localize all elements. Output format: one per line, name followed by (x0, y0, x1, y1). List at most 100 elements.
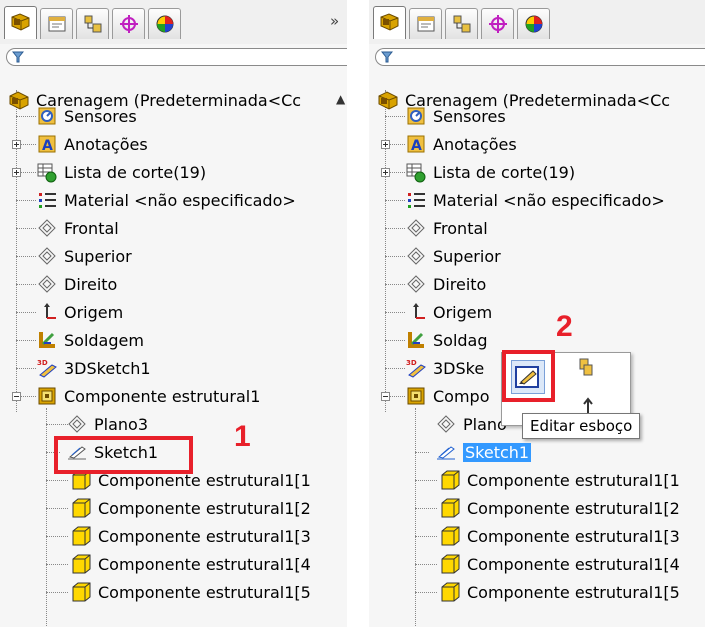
highlight-box-step2 (502, 350, 555, 402)
tree-item-plano3[interactable]: Plano (435, 410, 507, 438)
property-manager-icon (48, 16, 66, 32)
part-icon (377, 89, 399, 111)
tree-item-body-3[interactable]: Componente estrutural1[3 (70, 522, 311, 550)
plane-icon (36, 245, 58, 267)
display-manager-icon (525, 15, 543, 33)
svg-text:3D: 3D (37, 359, 48, 367)
weldment-icon (405, 329, 427, 351)
annotation-icon: A (36, 133, 58, 155)
cut-list-icon (405, 161, 427, 183)
scroll-up-arrow[interactable]: ▲ (336, 92, 345, 106)
tree-item-soldagem[interactable]: Soldagem (36, 326, 144, 354)
tree-filter-input[interactable] (375, 48, 705, 66)
tree-item-frontal[interactable]: Frontal (36, 214, 119, 242)
expand-cut-list-button[interactable] (381, 168, 390, 177)
manager-tab-bar (369, 0, 705, 44)
plane-icon (36, 217, 58, 239)
configuration-manager-icon (453, 15, 471, 33)
tree-item-material[interactable]: Material <não especificado> (36, 186, 296, 214)
expand-cut-list-button[interactable] (12, 168, 21, 177)
tree-item-sketch1-selected[interactable]: Sketch1 (435, 438, 532, 466)
tree-item-lista-de-corte[interactable]: Lista de corte(19) (36, 158, 206, 186)
tab-display-manager[interactable] (517, 8, 550, 39)
tab-property-manager[interactable] (40, 8, 73, 39)
cut-list-icon (36, 161, 58, 183)
tree-item-origem[interactable]: Origem (405, 298, 492, 326)
tree-item-plano3[interactable]: Plano3 (66, 410, 148, 438)
sensor-icon (36, 105, 58, 127)
tree-item-sensores[interactable]: Sensores (36, 102, 137, 130)
step-1-label: 1 (234, 420, 251, 453)
configuration-manager-icon (84, 15, 102, 33)
tree-item-3dsketch1[interactable]: 3D 3DSke (405, 354, 484, 382)
feature-manager-icon (11, 13, 30, 31)
feature-tree-panel-left: » Carenagem (Predeterminada<Cc ▲ Sensore… (0, 0, 347, 627)
step-2-label: 2 (556, 310, 573, 343)
expand-annotations-button[interactable] (12, 140, 21, 149)
tree-item-origem[interactable]: Origem (36, 298, 123, 326)
svg-text:3D: 3D (406, 359, 417, 367)
plane-icon (405, 273, 427, 295)
3d-sketch-icon: 3D (405, 357, 427, 379)
context-button-2[interactable] (576, 357, 596, 381)
body-icon (70, 581, 92, 603)
tree-item-anotacoes[interactable]: A Anotações (36, 130, 148, 158)
selected-sketch-label: Sketch1 (463, 442, 532, 462)
tab-feature-manager[interactable] (373, 6, 406, 39)
tree-item-body-1[interactable]: Componente estrutural1[1 (439, 466, 680, 494)
edit-sketch-tooltip: Editar esboço (522, 413, 641, 439)
tree-item-superior[interactable]: Superior (36, 242, 132, 270)
annotation-icon: A (405, 133, 427, 155)
dimxpert-icon (489, 15, 507, 33)
material-icon (36, 189, 58, 211)
tree-item-anotacoes[interactable]: A Anotações (405, 130, 517, 158)
plane-icon (36, 273, 58, 295)
tree-item-direito[interactable]: Direito (36, 270, 117, 298)
structural-member-icon (405, 385, 427, 407)
tree-item-direito[interactable]: Direito (405, 270, 486, 298)
tree-item-sensores[interactable]: Sensores (405, 102, 506, 130)
tree-filter-input[interactable] (6, 48, 347, 66)
tree-item-soldagem[interactable]: Soldag (405, 326, 488, 354)
structural-member-icon (36, 385, 58, 407)
part-icon (8, 89, 30, 111)
tab-dimxpert-manager[interactable] (481, 8, 514, 39)
tab-display-manager[interactable] (148, 8, 181, 39)
tab-configuration-manager[interactable] (76, 8, 109, 39)
tab-property-manager[interactable] (409, 8, 442, 39)
tree-item-body-3[interactable]: Componente estrutural1[3 (439, 522, 680, 550)
tree-item-superior[interactable]: Superior (405, 242, 501, 270)
feature-tree: Carenagem (Predeterminada<Cc ▲ Sensores … (0, 72, 347, 627)
tab-feature-manager[interactable] (4, 6, 37, 39)
tree-item-componente-estrutural1[interactable]: Compo (405, 382, 490, 410)
tree-item-body-5[interactable]: Componente estrutural1[5 (70, 578, 311, 606)
tree-item-material[interactable]: Material <não especificado> (405, 186, 665, 214)
tree-item-body-2[interactable]: Componente estrutural1[2 (70, 494, 311, 522)
tree-item-componente-estrutural1[interactable]: Componente estrutural1 (36, 382, 260, 410)
weldment-icon (36, 329, 58, 351)
expand-annotations-button[interactable] (381, 140, 390, 149)
display-manager-icon (156, 15, 174, 33)
tree-item-body-4[interactable]: Componente estrutural1[4 (439, 550, 680, 578)
svg-text:A: A (411, 138, 422, 154)
plane-icon (405, 217, 427, 239)
sketch-icon (435, 441, 457, 463)
feature-tree: Carenagem (Predeterminada<Cc Sensores A … (369, 72, 705, 627)
collapse-structural-member-button[interactable] (381, 392, 390, 401)
tree-item-frontal[interactable]: Frontal (405, 214, 488, 242)
sheet-icon (579, 358, 593, 376)
tree-item-body-2[interactable]: Componente estrutural1[2 (439, 494, 680, 522)
filter-icon (12, 51, 24, 63)
tree-item-body-5[interactable]: Componente estrutural1[5 (439, 578, 680, 606)
tab-dimxpert-manager[interactable] (112, 8, 145, 39)
tab-configuration-manager[interactable] (445, 8, 478, 39)
body-icon (439, 525, 461, 547)
tree-item-lista-de-corte[interactable]: Lista de corte(19) (405, 158, 575, 186)
tree-item-body-4[interactable]: Componente estrutural1[4 (70, 550, 311, 578)
collapse-structural-member-button[interactable] (12, 392, 21, 401)
more-tabs-chevron[interactable]: » (330, 12, 339, 30)
body-icon (70, 497, 92, 519)
tree-item-3dsketch1[interactable]: 3D 3DSketch1 (36, 354, 151, 382)
svg-text:A: A (42, 138, 53, 154)
feature-tree-panel-right: Carenagem (Predeterminada<Cc Sensores A … (369, 0, 705, 627)
